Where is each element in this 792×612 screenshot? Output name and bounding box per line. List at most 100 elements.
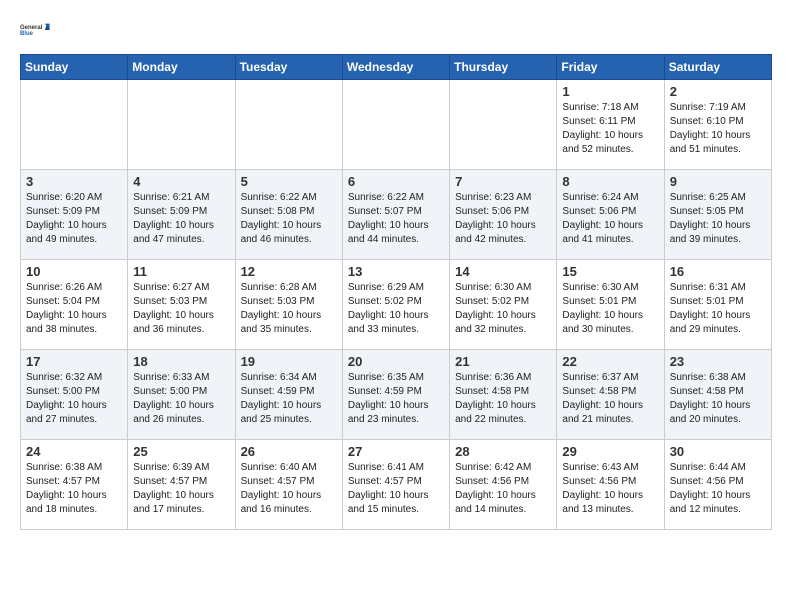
day-info: Sunrise: 6:37 AM Sunset: 4:58 PM Dayligh…	[562, 371, 658, 427]
day-header-monday: Monday	[128, 55, 235, 80]
calendar-table: SundayMondayTuesdayWednesdayThursdayFrid…	[20, 54, 772, 530]
calendar-cell: 21 Sunrise: 6:36 AM Sunset: 4:58 PM Dayli…	[450, 350, 557, 440]
calendar-cell: 16 Sunrise: 6:31 AM Sunset: 5:01 PM Dayli…	[664, 260, 771, 350]
calendar-cell: 10 Sunrise: 6:26 AM Sunset: 5:04 PM Dayli…	[21, 260, 128, 350]
day-info: Sunrise: 6:43 AM Sunset: 4:56 PM Dayligh…	[562, 461, 658, 517]
day-number: 1	[562, 84, 658, 99]
calendar-cell	[235, 80, 342, 170]
calendar-cell: 14Sunrise: 6:30 AM Sunset: 5:02 PM Dayli…	[450, 260, 557, 350]
day-number: 4	[133, 174, 229, 189]
day-info: Sunrise: 6:38 AM Sunset: 4:58 PM Dayligh…	[670, 371, 766, 427]
day-info: Sunrise: 6:29 AM Sunset: 5:02 PM Dayligh…	[348, 281, 444, 337]
day-number: 14	[455, 264, 551, 279]
day-number: 27	[348, 444, 444, 459]
week-row-2: 3 Sunrise: 6:20 AM Sunset: 5:09 PM Daylig…	[21, 170, 772, 260]
calendar-cell: 12Sunrise: 6:28 AM Sunset: 5:03 PM Dayli…	[235, 260, 342, 350]
day-info: Sunrise: 6:22 AM Sunset: 5:08 PM Dayligh…	[241, 191, 337, 247]
day-number: 9	[670, 174, 766, 189]
day-info: Sunrise: 6:42 AM Sunset: 4:56 PM Dayligh…	[455, 461, 551, 517]
calendar-cell	[128, 80, 235, 170]
calendar-cell: 20 Sunrise: 6:35 AM Sunset: 4:59 PM Dayli…	[342, 350, 449, 440]
logo: GeneralBlue	[20, 16, 52, 44]
header: GeneralBlue	[20, 16, 772, 44]
day-number: 10	[26, 264, 122, 279]
day-info: Sunrise: 6:23 AM Sunset: 5:06 PM Dayligh…	[455, 191, 551, 247]
day-info: Sunrise: 6:28 AM Sunset: 5:03 PM Dayligh…	[241, 281, 337, 337]
day-info: Sunrise: 6:26 AM Sunset: 5:04 PM Dayligh…	[26, 281, 122, 337]
day-info: Sunrise: 6:30 AM Sunset: 5:01 PM Dayligh…	[562, 281, 658, 337]
day-number: 11	[133, 264, 229, 279]
day-number: 7	[455, 174, 551, 189]
week-row-1: 1 Sunrise: 7:18 AM Sunset: 6:11 PM Daylig…	[21, 80, 772, 170]
calendar-cell: 18 Sunrise: 6:33 AM Sunset: 5:00 PM Dayli…	[128, 350, 235, 440]
day-number: 13	[348, 264, 444, 279]
calendar-cell	[450, 80, 557, 170]
day-info: Sunrise: 6:39 AM Sunset: 4:57 PM Dayligh…	[133, 461, 229, 517]
calendar-cell: 5 Sunrise: 6:22 AM Sunset: 5:08 PM Daylig…	[235, 170, 342, 260]
day-info: Sunrise: 6:34 AM Sunset: 4:59 PM Dayligh…	[241, 371, 337, 427]
day-info: Sunrise: 6:24 AM Sunset: 5:06 PM Dayligh…	[562, 191, 658, 247]
calendar-cell: 30 Sunrise: 6:44 AM Sunset: 4:56 PM Dayli…	[664, 440, 771, 530]
calendar-cell: 9 Sunrise: 6:25 AM Sunset: 5:05 PM Daylig…	[664, 170, 771, 260]
day-header-friday: Friday	[557, 55, 664, 80]
calendar-cell: 28 Sunrise: 6:42 AM Sunset: 4:56 PM Dayli…	[450, 440, 557, 530]
day-header-saturday: Saturday	[664, 55, 771, 80]
svg-text:Blue: Blue	[20, 31, 34, 37]
day-number: 3	[26, 174, 122, 189]
calendar-cell	[21, 80, 128, 170]
day-number: 15	[562, 264, 658, 279]
calendar-cell: 26Sunrise: 6:40 AM Sunset: 4:57 PM Dayli…	[235, 440, 342, 530]
day-number: 19	[241, 354, 337, 369]
calendar-cell	[342, 80, 449, 170]
day-info: Sunrise: 6:41 AM Sunset: 4:57 PM Dayligh…	[348, 461, 444, 517]
day-header-thursday: Thursday	[450, 55, 557, 80]
day-info: Sunrise: 6:25 AM Sunset: 5:05 PM Dayligh…	[670, 191, 766, 247]
day-info: Sunrise: 6:44 AM Sunset: 4:56 PM Dayligh…	[670, 461, 766, 517]
calendar-cell: 19 Sunrise: 6:34 AM Sunset: 4:59 PM Dayli…	[235, 350, 342, 440]
calendar-cell: 13 Sunrise: 6:29 AM Sunset: 5:02 PM Dayli…	[342, 260, 449, 350]
day-info: Sunrise: 6:31 AM Sunset: 5:01 PM Dayligh…	[670, 281, 766, 337]
day-number: 25	[133, 444, 229, 459]
day-info: Sunrise: 6:22 AM Sunset: 5:07 PM Dayligh…	[348, 191, 444, 247]
calendar-cell: 1 Sunrise: 7:18 AM Sunset: 6:11 PM Daylig…	[557, 80, 664, 170]
logo-icon: GeneralBlue	[20, 16, 52, 44]
calendar-header-row: SundayMondayTuesdayWednesdayThursdayFrid…	[21, 55, 772, 80]
calendar-cell: 17 Sunrise: 6:32 AM Sunset: 5:00 PM Dayli…	[21, 350, 128, 440]
day-number: 18	[133, 354, 229, 369]
day-info: Sunrise: 6:21 AM Sunset: 5:09 PM Dayligh…	[133, 191, 229, 247]
day-info: Sunrise: 6:36 AM Sunset: 4:58 PM Dayligh…	[455, 371, 551, 427]
week-row-3: 10 Sunrise: 6:26 AM Sunset: 5:04 PM Dayli…	[21, 260, 772, 350]
calendar-cell: 7 Sunrise: 6:23 AM Sunset: 5:06 PM Daylig…	[450, 170, 557, 260]
day-number: 24	[26, 444, 122, 459]
day-info: Sunrise: 6:27 AM Sunset: 5:03 PM Dayligh…	[133, 281, 229, 337]
day-header-sunday: Sunday	[21, 55, 128, 80]
day-number: 8	[562, 174, 658, 189]
calendar-cell: 15 Sunrise: 6:30 AM Sunset: 5:01 PM Dayli…	[557, 260, 664, 350]
day-number: 21	[455, 354, 551, 369]
day-info: Sunrise: 6:32 AM Sunset: 5:00 PM Dayligh…	[26, 371, 122, 427]
day-number: 23	[670, 354, 766, 369]
calendar-cell: 27 Sunrise: 6:41 AM Sunset: 4:57 PM Dayli…	[342, 440, 449, 530]
day-number: 6	[348, 174, 444, 189]
day-info: Sunrise: 6:35 AM Sunset: 4:59 PM Dayligh…	[348, 371, 444, 427]
day-info: Sunrise: 6:20 AM Sunset: 5:09 PM Dayligh…	[26, 191, 122, 247]
svg-text:General: General	[20, 25, 43, 31]
calendar-cell: 25 Sunrise: 6:39 AM Sunset: 4:57 PM Dayli…	[128, 440, 235, 530]
day-number: 16	[670, 264, 766, 279]
calendar-cell: 23 Sunrise: 6:38 AM Sunset: 4:58 PM Dayli…	[664, 350, 771, 440]
calendar-cell: 6 Sunrise: 6:22 AM Sunset: 5:07 PM Daylig…	[342, 170, 449, 260]
day-number: 17	[26, 354, 122, 369]
calendar-cell: 3 Sunrise: 6:20 AM Sunset: 5:09 PM Daylig…	[21, 170, 128, 260]
day-info: Sunrise: 7:18 AM Sunset: 6:11 PM Dayligh…	[562, 101, 658, 157]
day-number: 30	[670, 444, 766, 459]
day-number: 28	[455, 444, 551, 459]
day-number: 5	[241, 174, 337, 189]
day-number: 2	[670, 84, 766, 99]
calendar-cell: 11 Sunrise: 6:27 AM Sunset: 5:03 PM Dayli…	[128, 260, 235, 350]
day-number: 22	[562, 354, 658, 369]
day-number: 29	[562, 444, 658, 459]
day-number: 20	[348, 354, 444, 369]
week-row-5: 24Sunrise: 6:38 AM Sunset: 4:57 PM Dayli…	[21, 440, 772, 530]
day-info: Sunrise: 6:33 AM Sunset: 5:00 PM Dayligh…	[133, 371, 229, 427]
calendar-cell: 29 Sunrise: 6:43 AM Sunset: 4:56 PM Dayli…	[557, 440, 664, 530]
